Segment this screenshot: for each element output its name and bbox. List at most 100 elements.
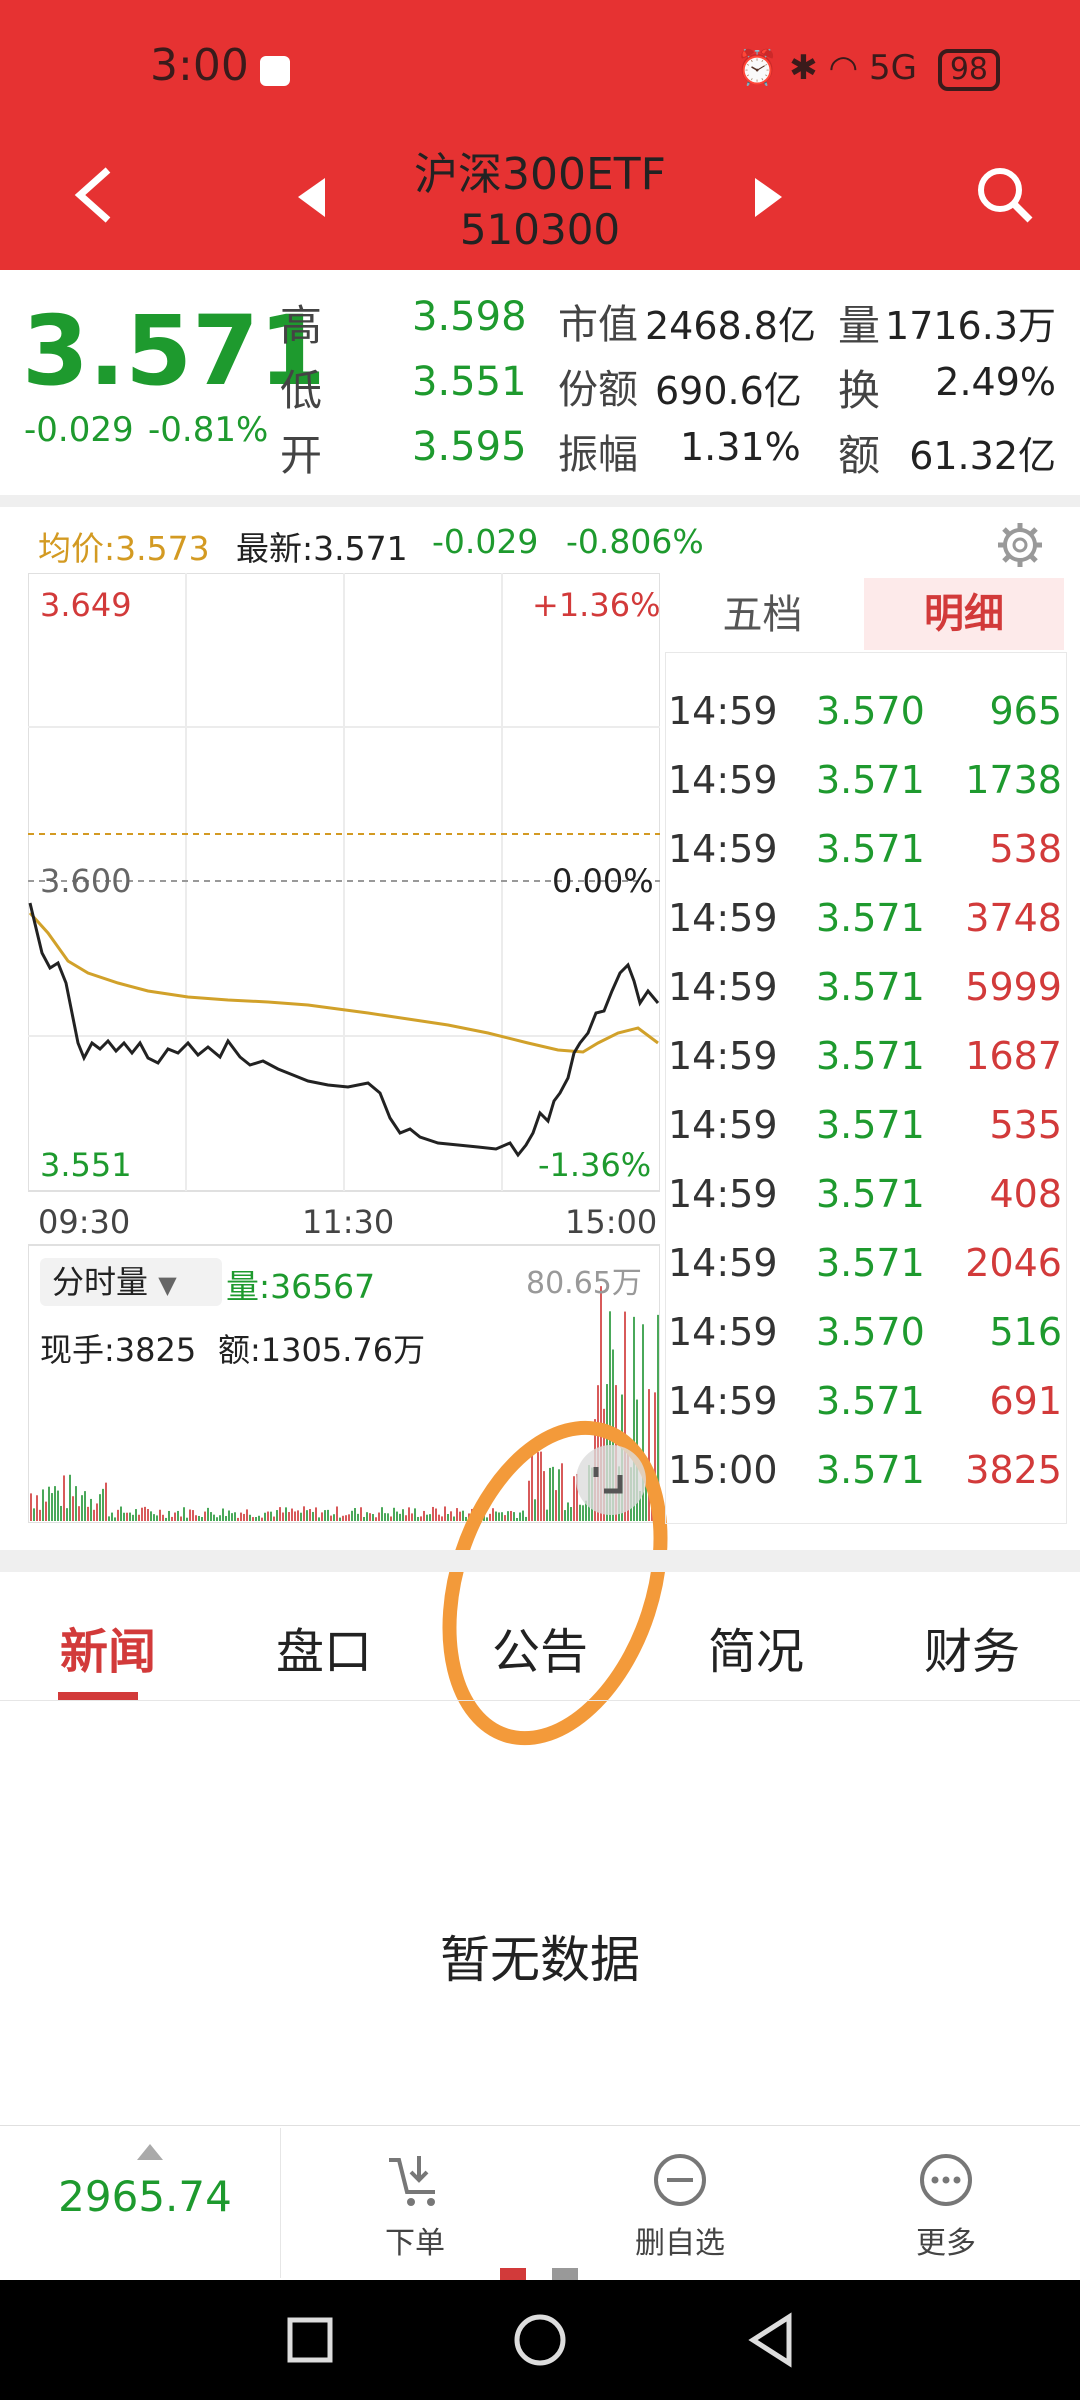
volume-bar bbox=[240, 1512, 242, 1521]
section-divider bbox=[0, 495, 1080, 507]
volume-selector[interactable]: 分时量 ▼ bbox=[40, 1258, 222, 1306]
tab-details[interactable]: 明细 bbox=[864, 578, 1064, 650]
volume-bar bbox=[315, 1507, 317, 1521]
volume-bar bbox=[54, 1486, 56, 1521]
shares-value: 690.6亿 bbox=[655, 369, 802, 413]
section-divider-2 bbox=[0, 1550, 1080, 1572]
volume-bar bbox=[366, 1512, 368, 1521]
trade-volume: 5999 bbox=[965, 965, 1062, 1009]
time-label-open: 09:30 bbox=[38, 1203, 131, 1241]
volume-bar bbox=[324, 1510, 326, 1521]
tab-news[interactable]: 新闻 bbox=[28, 1612, 188, 1682]
time-label-midday: 11:30 bbox=[302, 1203, 395, 1241]
settings-gear-icon[interactable] bbox=[995, 520, 1045, 570]
volume-bar bbox=[213, 1514, 215, 1521]
volume-bar bbox=[408, 1507, 410, 1521]
volume-bar bbox=[126, 1512, 128, 1521]
volume-bar bbox=[417, 1516, 419, 1521]
volume-bar bbox=[174, 1512, 176, 1521]
volume-bar bbox=[180, 1516, 182, 1521]
volume-bar bbox=[267, 1511, 269, 1521]
volume-bar bbox=[258, 1515, 260, 1521]
volume-bar bbox=[171, 1516, 173, 1521]
volume-bar bbox=[357, 1513, 359, 1521]
volume-bar bbox=[183, 1507, 185, 1521]
volume-bar bbox=[63, 1475, 65, 1521]
volume-bar bbox=[111, 1512, 113, 1521]
back-nav-icon[interactable] bbox=[745, 2312, 797, 2368]
trade-details-list[interactable]: 14:59 3.570 965 14:59 3.571 1738 14:59 3.571 538… bbox=[665, 652, 1067, 1524]
table-row: 14:59 3.570 516 bbox=[666, 1298, 1066, 1367]
volume-bar bbox=[78, 1506, 80, 1521]
label-shares: 份额 bbox=[558, 367, 638, 413]
summary-change-pct: -0.806% bbox=[566, 522, 704, 561]
more-dots-icon[interactable] bbox=[918, 2152, 974, 2208]
home-icon[interactable] bbox=[512, 2312, 568, 2368]
volume-bar bbox=[381, 1507, 383, 1521]
more-label[interactable]: 更多 bbox=[886, 2218, 1006, 2262]
volume-bar bbox=[360, 1507, 362, 1521]
tab-order-book[interactable]: 盘口 bbox=[244, 1612, 404, 1682]
stock-code: 510300 bbox=[459, 205, 621, 254]
label-open: 开 bbox=[280, 431, 323, 480]
volume-bar bbox=[159, 1509, 161, 1521]
volume-bar bbox=[363, 1516, 365, 1521]
volume-bar bbox=[351, 1510, 353, 1521]
volume-bar bbox=[198, 1515, 200, 1521]
next-stock-icon[interactable] bbox=[750, 175, 785, 220]
table-row: 14:59 3.571 5999 bbox=[666, 953, 1066, 1022]
trade-volume: 408 bbox=[989, 1172, 1062, 1216]
tab-five-levels[interactable]: 五档 bbox=[665, 580, 860, 650]
volume-bar bbox=[270, 1511, 272, 1521]
intraday-chart[interactable] bbox=[28, 573, 668, 1746]
volume-bar bbox=[279, 1507, 281, 1521]
volume-bar bbox=[141, 1507, 143, 1521]
tab-profile[interactable]: 简况 bbox=[676, 1612, 836, 1682]
volume-bar bbox=[123, 1512, 125, 1521]
price-change-pct: -0.81% bbox=[148, 410, 269, 450]
volume-bar bbox=[153, 1514, 155, 1521]
volume-bar bbox=[84, 1491, 86, 1521]
volume-bar bbox=[132, 1514, 134, 1521]
trade-time: 14:59 bbox=[668, 827, 778, 871]
volume-bar bbox=[312, 1511, 314, 1521]
order-button-label[interactable]: 下单 bbox=[355, 2218, 475, 2262]
tab-announcements[interactable]: 公告 bbox=[460, 1612, 620, 1682]
trade-volume: 3825 bbox=[965, 1448, 1062, 1492]
volume-bar bbox=[138, 1514, 140, 1521]
chart-pct-mid: 0.00% bbox=[552, 862, 654, 900]
volume-bar bbox=[120, 1506, 122, 1521]
volume-bar bbox=[105, 1482, 107, 1521]
volume-bar bbox=[252, 1517, 254, 1521]
summary-change: -0.029 bbox=[432, 522, 539, 561]
volume-bar bbox=[69, 1474, 71, 1521]
volume-bar bbox=[177, 1510, 179, 1521]
dropdown-icon: ▼ bbox=[158, 1271, 177, 1299]
fullscreen-icon[interactable] bbox=[576, 1445, 646, 1515]
trade-volume: 965 bbox=[989, 689, 1062, 733]
recent-apps-icon[interactable] bbox=[285, 2315, 335, 2365]
volume-bar bbox=[93, 1509, 95, 1521]
table-row: 14:59 3.571 2046 bbox=[666, 1229, 1066, 1298]
volume-bar bbox=[108, 1516, 110, 1521]
table-row: 15:00 3.571 3825 bbox=[666, 1436, 1066, 1505]
table-row: 14:59 3.571 3748 bbox=[666, 884, 1066, 953]
trade-price: 3.571 bbox=[816, 758, 925, 802]
volume-bar bbox=[273, 1516, 275, 1521]
volume-bar bbox=[204, 1511, 206, 1521]
tab-finance[interactable]: 财务 bbox=[892, 1612, 1052, 1682]
label-volume: 量 bbox=[838, 301, 881, 350]
trade-price: 3.571 bbox=[816, 1379, 925, 1423]
volume-bar bbox=[216, 1517, 218, 1521]
remove-circle-icon[interactable] bbox=[652, 2152, 708, 2208]
cart-download-icon[interactable] bbox=[385, 2150, 445, 2210]
volume-bar bbox=[321, 1512, 323, 1521]
latest-price: 最新:3.571 bbox=[236, 529, 408, 568]
table-row: 14:59 3.570 965 bbox=[666, 677, 1066, 746]
index-value[interactable]: 2965.74 bbox=[0, 2172, 290, 2221]
search-icon[interactable] bbox=[975, 165, 1035, 225]
volume-bar bbox=[291, 1508, 293, 1521]
remove-watchlist-label[interactable]: 删自选 bbox=[610, 2218, 750, 2262]
tabs-divider bbox=[0, 1700, 1080, 1701]
trade-price: 3.571 bbox=[816, 1034, 925, 1078]
